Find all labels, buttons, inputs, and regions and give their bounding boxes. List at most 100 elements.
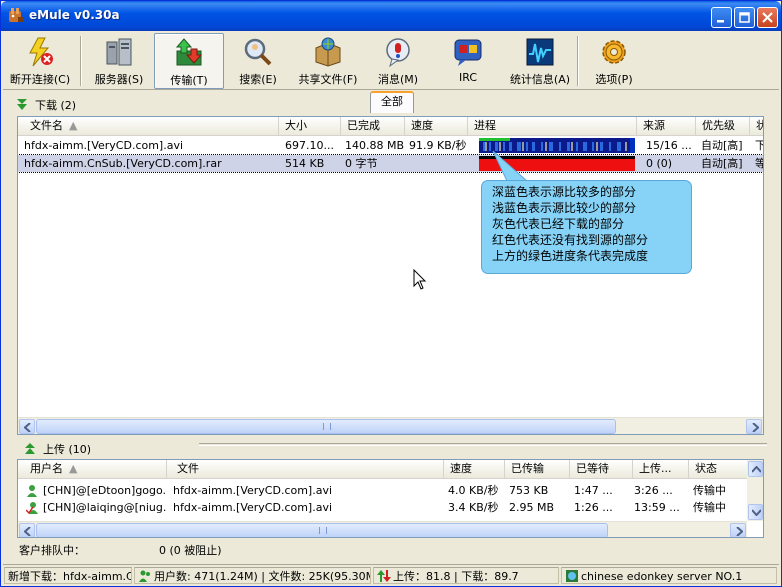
scroll-thumb[interactable]	[36, 523, 608, 537]
table-row[interactable]: hfdx-aimm.CnSub.[VeryCD.com].rar 514 KB …	[18, 154, 763, 173]
downloads-list-header: 文件名 ▲ 大小 已完成 速度 进程 来源 优先级 状	[18, 117, 763, 136]
cell-filename: hfdx-aimm.CnSub.[VeryCD.com].rar	[24, 157, 222, 170]
toolbar-label: IRC	[458, 71, 478, 84]
column-username[interactable]: 用户名 ▲	[18, 460, 167, 478]
shared-files-button[interactable]: 共享文件(F)	[292, 33, 364, 89]
upload-arrow-icon	[25, 443, 35, 454]
grip	[319, 527, 327, 534]
chevron-right-icon	[752, 423, 759, 432]
message-bubble-icon	[386, 38, 410, 68]
search-button[interactable]: 搜索(E)	[227, 33, 289, 89]
uploads-vertical-scrollbar[interactable]	[747, 460, 763, 521]
uploads-list[interactable]: 用户名 ▲ 文件 速度 已传输 已等待 上传... 状态 [CHN]@[eDtoo…	[17, 459, 764, 538]
status-bar: 新增下载：hfdx-aimm.C 用户数: 471(1.24M) | 文件数: …	[3, 564, 779, 585]
tooltip-pointer	[492, 150, 529, 182]
maximize-button[interactable]	[734, 7, 755, 28]
toolbar-label: 服务器(S)	[94, 73, 144, 86]
column-progress[interactable]: 进程	[468, 117, 637, 135]
uploads-horizontal-scrollbar[interactable]	[18, 521, 747, 537]
user-icon	[27, 485, 37, 497]
up-down-arrows-icon	[377, 570, 391, 582]
title-bar[interactable]: eMule v0.30a	[1, 1, 781, 31]
main-toolbar: 断开连接(C) 服务器(S) 传输(T) 搜索(E) 共享文件(F) 消息(M)…	[3, 32, 779, 90]
close-button[interactable]	[757, 7, 778, 28]
scroll-right-button[interactable]	[746, 419, 762, 434]
cell-status: 传输中	[693, 484, 726, 497]
toolbar-label: 统计信息(A)	[509, 73, 571, 86]
options-button[interactable]: 选项(P)	[583, 33, 645, 89]
column-size[interactable]: 大小	[279, 117, 341, 135]
toolbar-label: 断开连接(C)	[9, 73, 71, 86]
downloads-count-label: 下载 (2)	[35, 99, 77, 112]
chevron-left-icon	[24, 423, 31, 432]
close-icon	[762, 12, 773, 23]
scroll-right-button[interactable]	[730, 523, 746, 537]
irc-chat-icon	[454, 39, 482, 66]
column-waited[interactable]: 已等待	[570, 460, 633, 478]
column-label: 文件名	[30, 119, 63, 132]
table-row[interactable]: [CHN]@laiqing@[niug... hfdx-aimm.[VeryCD…	[18, 499, 748, 516]
toolbar-label: 共享文件(F)	[298, 73, 358, 86]
column-sources[interactable]: 来源	[637, 117, 696, 135]
pane-splitter[interactable]	[199, 443, 767, 446]
downloads-list[interactable]: 文件名 ▲ 大小 已完成 速度 进程 来源 优先级 状 hfdx-aimm.[Ve…	[17, 116, 764, 435]
downloads-header: 下载 (2)	[15, 97, 76, 113]
messages-button[interactable]: 消息(M)	[367, 33, 429, 89]
scroll-left-button[interactable]	[19, 419, 35, 434]
column-filename[interactable]: 文件名 ▲	[18, 117, 279, 135]
minimize-icon	[717, 20, 724, 23]
gear-icon	[602, 40, 626, 64]
cell-sources: 15/16 ...	[646, 139, 692, 152]
column-transferred[interactable]: 已传输	[505, 460, 570, 478]
users-icon	[139, 570, 150, 582]
queue-label: 客户排队中：	[19, 544, 85, 557]
column-speed[interactable]: 速度	[444, 460, 505, 478]
shared-box-icon	[315, 37, 341, 67]
downloads-horizontal-scrollbar[interactable]	[18, 417, 763, 434]
column-completed[interactable]: 已完成	[341, 117, 405, 135]
minimize-button[interactable]	[711, 7, 732, 28]
emule-mule-icon	[9, 8, 24, 22]
cell-speed: 4.0 KB/秒	[448, 484, 499, 497]
transfer-button[interactable]: 传输(T)	[154, 33, 224, 89]
column-speed[interactable]: 速度	[405, 117, 468, 135]
uploads-list-header: 用户名 ▲ 文件 速度 已传输 已等待 上传... 状态	[18, 460, 748, 479]
emule-window: eMule v0.30a 断开连接(C) 服务器(S) 传输(T) 搜索(E) …	[0, 0, 782, 587]
chevron-right-icon	[736, 527, 743, 536]
toolbar-label: 搜索(E)	[239, 73, 277, 86]
disconnect-button[interactable]: 断开连接(C)	[5, 33, 75, 89]
toolbar-label: 消息(M)	[377, 73, 419, 86]
table-row[interactable]: [CHN]@[eDtoon]gogo... hfdx-aimm.[VeryCD.…	[18, 482, 748, 499]
scroll-up-button[interactable]	[748, 461, 763, 477]
tooltip-line: 上方的绿色进度条代表完成度	[492, 249, 649, 263]
cell-transferred: 2.95 MB	[509, 501, 555, 514]
cell-username: [CHN]@laiqing@[niug...	[43, 501, 167, 514]
statistics-button[interactable]: 统计信息(A)	[505, 33, 575, 89]
grip	[323, 423, 331, 430]
column-priority[interactable]: 优先级	[696, 117, 750, 135]
tab-all[interactable]: 全部	[370, 91, 414, 113]
scroll-left-button[interactable]	[19, 523, 35, 537]
tooltip-line: 红色代表还没有找到源的部分	[492, 233, 649, 247]
progress-legend-tooltip: 深蓝色表示源比较多的部分 浅蓝色表示源比较少的部分 灰色代表已经下载的部分 红色…	[481, 180, 692, 274]
irc-button[interactable]: IRC	[435, 33, 501, 89]
table-row[interactable]: hfdx-aimm.[VeryCD.com].avi 697.10... 140…	[18, 137, 763, 154]
scroll-thumb[interactable]	[36, 419, 616, 434]
column-file[interactable]: 文件	[167, 460, 444, 478]
status-transfer-rates: 上传：81.8 | 下载：89.7	[373, 567, 559, 584]
magnifier-search-icon	[244, 38, 272, 66]
cell-sources: 0 (0)	[646, 157, 673, 170]
transfer-arrows-icon	[175, 38, 203, 66]
column-status[interactable]: 状态	[689, 460, 748, 478]
column-upload-time[interactable]: 上传...	[633, 460, 689, 478]
status-users-text: 用户数: 471(1.24M) | 文件数: 25K(95.30M)	[154, 570, 371, 583]
scroll-down-button[interactable]	[748, 504, 763, 520]
cell-file: hfdx-aimm.[VeryCD.com].avi	[173, 484, 333, 497]
servers-button[interactable]: 服务器(S)	[87, 33, 151, 89]
chevron-up-icon	[752, 466, 761, 473]
server-globe-icon	[566, 570, 578, 582]
toolbar-separator	[577, 36, 579, 86]
status-users-files: 用户数: 471(1.24M) | 文件数: 25K(95.30M)	[134, 567, 371, 584]
column-status[interactable]: 状	[750, 117, 763, 135]
queue-value: 0 (0 被阻止)	[159, 544, 222, 557]
